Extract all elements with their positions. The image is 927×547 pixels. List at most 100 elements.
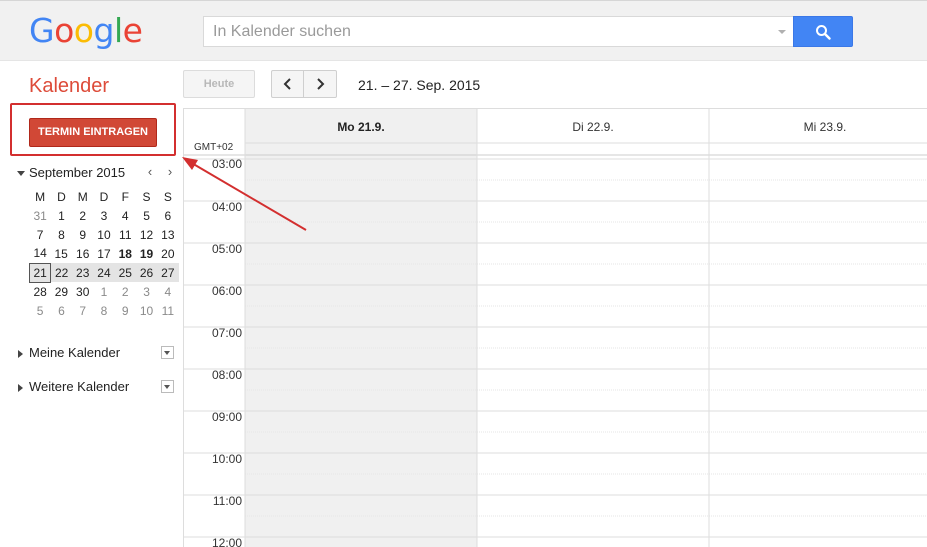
day-cell[interactable]: 2 [72, 206, 93, 225]
logo-letter: o [54, 11, 74, 50]
day-cell[interactable]: 5 [136, 206, 157, 225]
day-cell[interactable]: 13 [157, 225, 178, 244]
day-header[interactable]: Mi 23.9. [709, 120, 927, 134]
section-label[interactable]: Meine Kalender [29, 345, 120, 360]
period-nav [271, 70, 337, 98]
day-cell[interactable]: 11 [115, 225, 136, 244]
next-period-button[interactable] [304, 70, 337, 98]
hour-label: 05:00 [211, 242, 242, 256]
day-cell[interactable]: 7 [30, 225, 51, 244]
day-cell[interactable]: 18 [115, 244, 136, 263]
day-cell[interactable]: 6 [157, 206, 178, 225]
day-cell[interactable]: 4 [115, 206, 136, 225]
day-cell[interactable]: 31 [30, 206, 51, 225]
search-options-dropdown[interactable] [778, 30, 786, 34]
mini-calendar-title[interactable]: September 2015 [29, 165, 125, 180]
day-cell[interactable]: 22 [50, 263, 73, 282]
weekday-header-row: M D M D F S S [30, 187, 179, 206]
chevron-right-icon [317, 78, 325, 90]
day-cell[interactable]: 3 [136, 282, 157, 301]
search-box [203, 16, 793, 47]
day-cell[interactable]: 28 [30, 282, 51, 301]
weekday-label: M [77, 189, 88, 204]
day-cell[interactable]: 9 [115, 301, 136, 320]
day-cell[interactable]: 5 [30, 301, 51, 320]
hour-label: 04:00 [211, 200, 242, 214]
section-other-calendars[interactable]: Weitere Kalender [14, 379, 179, 397]
day-cell[interactable]: 25 [114, 263, 136, 282]
logo-letter: l [113, 11, 123, 50]
top-bar: Google [0, 0, 927, 61]
dropdown-arrow-icon[interactable] [161, 346, 174, 359]
section-my-calendars[interactable]: Meine Kalender [14, 345, 179, 363]
day-cell[interactable]: 8 [93, 301, 114, 320]
day-cell[interactable]: 3 [93, 206, 114, 225]
app-title[interactable]: Kalender [29, 75, 109, 98]
day-cell[interactable]: 10 [93, 225, 114, 244]
mini-calendar-next-button[interactable]: › [164, 164, 176, 179]
day-cell[interactable]: 1 [51, 206, 72, 225]
day-cell[interactable]: 15 [51, 244, 72, 263]
logo-letter: e [122, 11, 143, 50]
chevron-left-icon [283, 78, 291, 90]
day-cell[interactable]: 4 [157, 282, 178, 301]
day-cell[interactable]: 16 [72, 244, 93, 263]
today-day-cell[interactable]: 21 [28, 262, 52, 283]
current-day-column [245, 109, 477, 547]
weekday-label: F [121, 189, 129, 204]
day-cell[interactable]: 9 [72, 225, 93, 244]
day-cell[interactable]: 26 [135, 263, 158, 282]
expand-triangle-icon[interactable] [18, 350, 23, 358]
expand-triangle-icon[interactable] [18, 384, 23, 392]
mini-calendar-prev-button[interactable]: ‹ [144, 164, 156, 179]
day-cell[interactable]: 6 [51, 301, 72, 320]
day-cell[interactable]: 10 [136, 301, 157, 320]
day-header[interactable]: Di 22.9. [477, 120, 709, 134]
timezone-label: GMT+02 [194, 142, 234, 153]
today-button[interactable]: Heute [183, 70, 255, 98]
weekday-label: D [57, 189, 66, 204]
day-cell[interactable]: 2 [115, 282, 136, 301]
search-icon [816, 24, 831, 40]
day-cell[interactable]: 29 [51, 282, 72, 301]
create-event-button[interactable]: TERMIN EINTRAGEN [29, 118, 157, 147]
week-row: 31 1 2 3 4 5 6 [30, 206, 179, 225]
day-cell[interactable]: 14 [30, 244, 51, 263]
hour-label: 12:00 [211, 536, 242, 547]
collapse-triangle-icon[interactable] [17, 171, 25, 176]
day-cell[interactable]: 11 [157, 301, 178, 320]
logo-letter: G [29, 11, 55, 50]
day-cell[interactable]: 27 [157, 263, 179, 282]
day-cell[interactable]: 17 [93, 244, 114, 263]
week-row: 28 29 30 1 2 3 4 [30, 282, 179, 301]
hour-label: 06:00 [211, 284, 242, 298]
day-cell[interactable]: 30 [72, 282, 93, 301]
day-cell[interactable]: 19 [136, 244, 157, 263]
hour-label: 07:00 [211, 326, 242, 340]
date-range-label: 21. – 27. Sep. 2015 [358, 77, 481, 93]
current-week-row: 21 22 23 24 25 26 27 [28, 262, 179, 283]
mini-calendar-grid: M D M D F S S 31 1 2 3 4 5 6 7 8 9 10 11… [28, 187, 179, 320]
week-row: 14 15 16 17 18 19 20 [30, 244, 179, 263]
hour-label: 03:00 [211, 157, 242, 171]
search-button[interactable] [793, 16, 853, 47]
day-cell[interactable]: 24 [93, 263, 115, 282]
week-grid: Mo 21.9. Di 22.9. Mi 23.9. GMT+02 03:00 … [183, 108, 927, 547]
mini-calendar-header: September 2015 ‹ › [14, 164, 179, 183]
day-cell[interactable]: 1 [93, 282, 114, 301]
search-input[interactable] [204, 17, 764, 46]
weekday-label: S [163, 189, 172, 204]
google-logo[interactable]: Google [29, 11, 143, 50]
day-cell[interactable]: 7 [72, 301, 93, 320]
hour-label: 10:00 [211, 452, 242, 466]
weekday-label: M [35, 189, 46, 204]
logo-letter: g [93, 11, 114, 50]
day-cell[interactable]: 20 [157, 244, 178, 263]
day-header-current[interactable]: Mo 21.9. [245, 120, 477, 134]
dropdown-arrow-icon[interactable] [161, 380, 174, 393]
section-label[interactable]: Weitere Kalender [29, 379, 129, 394]
day-cell[interactable]: 12 [136, 225, 157, 244]
day-cell[interactable]: 8 [51, 225, 72, 244]
previous-period-button[interactable] [271, 70, 304, 98]
day-cell[interactable]: 23 [72, 263, 94, 282]
